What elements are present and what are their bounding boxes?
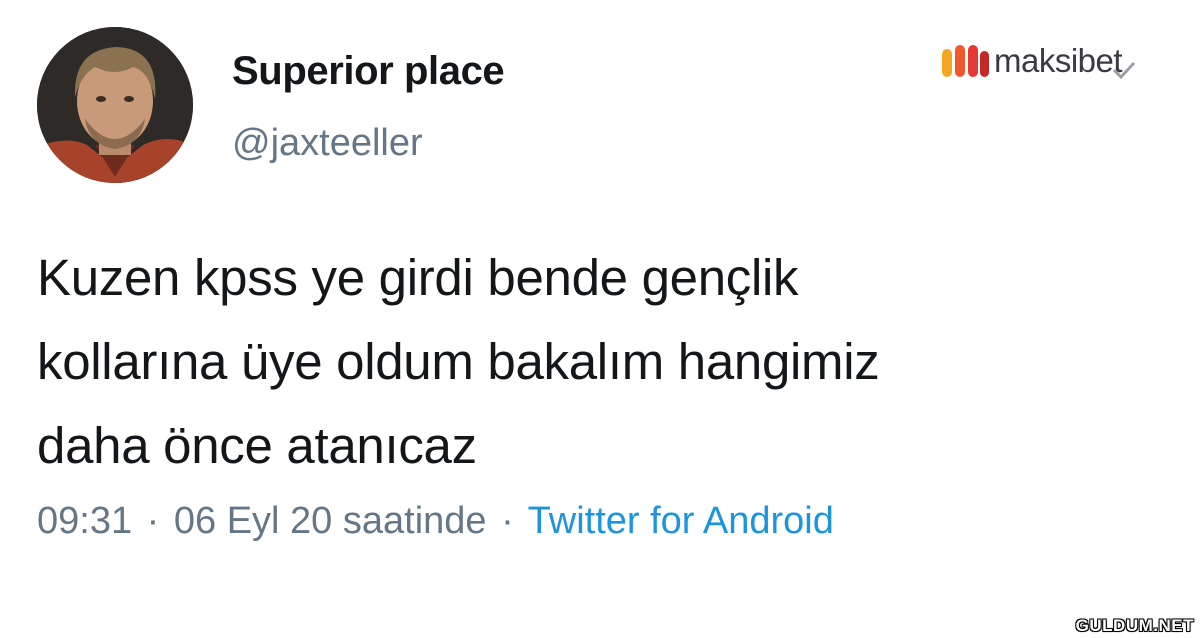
tweet-date[interactable]: 06 Eyl 20 saatinde bbox=[174, 500, 487, 542]
brand-logo: maksibet bbox=[940, 38, 1136, 84]
avatar-portrait-image bbox=[37, 27, 193, 183]
author-avatar[interactable] bbox=[37, 27, 193, 183]
tweet-meta: 09:31 · 06 Eyl 20 saatinde · Twitter for… bbox=[37, 500, 834, 543]
brand-name: maksibet bbox=[994, 42, 1123, 79]
author-display-name[interactable]: Superior place bbox=[232, 49, 505, 94]
tweet-time[interactable]: 09:31 bbox=[37, 500, 132, 542]
site-watermark: GULDUM.NET bbox=[1075, 616, 1194, 635]
meta-separator: · bbox=[501, 500, 514, 542]
author-handle[interactable]: @jaxteeller bbox=[232, 122, 423, 165]
tweet-text: Kuzen kpss ye girdi bende gençlik kollar… bbox=[37, 249, 880, 474]
brand-check-icon bbox=[1113, 61, 1136, 80]
brand-logo-icon bbox=[942, 45, 989, 77]
tweet-source-link[interactable]: Twitter for Android bbox=[528, 500, 834, 542]
meta-separator: · bbox=[146, 500, 160, 542]
